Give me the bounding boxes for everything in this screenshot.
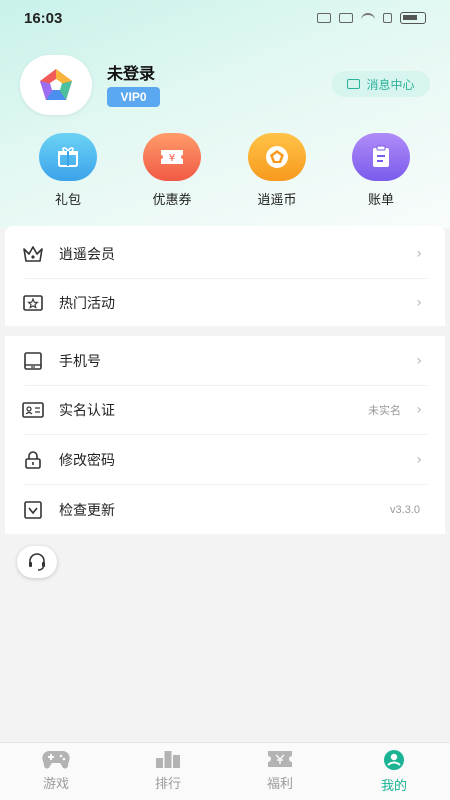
quick-action-label: 礼包 <box>54 193 81 208</box>
gift-icon <box>39 133 97 181</box>
headset-icon <box>29 553 45 571</box>
battery-icon <box>400 12 426 24</box>
menu-item-label: 热门活动 <box>59 295 115 312</box>
menu-card-membership: 逍遥会员 › 热门活动 › <box>5 226 445 326</box>
quick-action-label: 逍遥币 <box>257 193 297 208</box>
menu-card-account: 手机号 › 实名认证 未实名 › 修改密码 › 检查更新 v3.3.0 <box>5 336 445 534</box>
quick-actions: 礼包 ¥ 优惠券 逍遥币 账单 <box>0 133 450 213</box>
menu-item-label: 手机号 <box>59 353 101 370</box>
tab-games[interactable]: 游戏 <box>16 749 96 792</box>
menu-item-phone[interactable]: 手机号 › <box>5 336 445 385</box>
menu-item-real-name[interactable]: 实名认证 未实名 › <box>5 385 445 434</box>
menu-item-label: 实名认证 <box>59 402 115 419</box>
update-icon <box>22 499 44 521</box>
tab-label: 我的 <box>380 779 407 794</box>
avatar[interactable] <box>20 55 92 115</box>
tab-label: 游戏 <box>42 777 69 792</box>
id-card-icon <box>22 399 44 421</box>
gamepad-icon <box>42 751 70 769</box>
profile-section: 未登录 VIP0 消息中心 <box>20 55 430 115</box>
message-center-button[interactable]: 消息中心 <box>332 71 430 97</box>
sim-icon <box>383 13 392 23</box>
chevron-right-icon: › <box>416 352 422 369</box>
tab-mine[interactable]: 我的 <box>354 749 434 794</box>
chevron-right-icon: › <box>416 245 422 262</box>
bill-icon <box>352 133 410 181</box>
user-icon <box>384 750 404 770</box>
menu-item-membership[interactable]: 逍遥会员 › <box>5 229 445 278</box>
quick-action-label: 优惠券 <box>152 193 192 208</box>
coin-icon <box>248 133 306 181</box>
app-version: v3.3.0 <box>390 503 420 516</box>
status-time: 16:03 <box>24 9 63 27</box>
quick-action-gift[interactable]: 礼包 <box>28 133 108 208</box>
status-bar: 16:03 <box>0 0 450 36</box>
username[interactable]: 未登录 <box>107 60 155 84</box>
menu-item-label: 逍遥会员 <box>59 246 115 263</box>
quick-action-bill[interactable]: 账单 <box>341 133 421 208</box>
star-box-icon <box>22 292 44 314</box>
chevron-right-icon: › <box>416 401 422 418</box>
tab-label: 排行 <box>154 777 181 792</box>
mute-icon <box>339 13 353 23</box>
nfc-icon <box>317 13 331 23</box>
ticket-icon <box>268 751 292 767</box>
phone-icon <box>22 350 44 372</box>
crown-icon <box>22 243 44 265</box>
mail-icon <box>347 79 361 89</box>
menu-item-hot-events[interactable]: 热门活动 › <box>5 278 445 327</box>
tab-label: 福利 <box>266 777 293 792</box>
wifi-icon <box>361 13 375 23</box>
tab-welfare[interactable]: 福利 <box>240 749 320 792</box>
menu-item-label: 检查更新 <box>59 502 115 519</box>
customer-service-button[interactable] <box>17 546 57 578</box>
menu-item-label: 修改密码 <box>59 452 115 469</box>
status-icons <box>317 12 426 24</box>
chevron-right-icon: › <box>416 294 422 311</box>
quick-action-coin[interactable]: 逍遥币 <box>237 133 317 208</box>
tab-ranking[interactable]: 排行 <box>128 749 208 792</box>
bottom-tab-bar: 游戏 排行 福利 我的 <box>0 742 450 800</box>
svg-text:¥: ¥ <box>169 153 175 164</box>
menu-item-check-update[interactable]: 检查更新 v3.3.0 <box>5 485 445 534</box>
menu-item-change-password[interactable]: 修改密码 › <box>5 435 445 484</box>
app-logo-icon <box>40 69 72 100</box>
message-center-label: 消息中心 <box>366 77 415 92</box>
vip-badge[interactable]: VIP0 <box>107 87 160 107</box>
quick-action-label: 账单 <box>367 193 394 208</box>
quick-action-coupon[interactable]: ¥ 优惠券 <box>132 133 212 208</box>
verification-status: 未实名 <box>368 404 401 417</box>
coupon-icon: ¥ <box>143 133 201 181</box>
chevron-right-icon: › <box>416 451 422 468</box>
ranking-icon <box>156 751 180 768</box>
lock-icon <box>22 449 44 471</box>
